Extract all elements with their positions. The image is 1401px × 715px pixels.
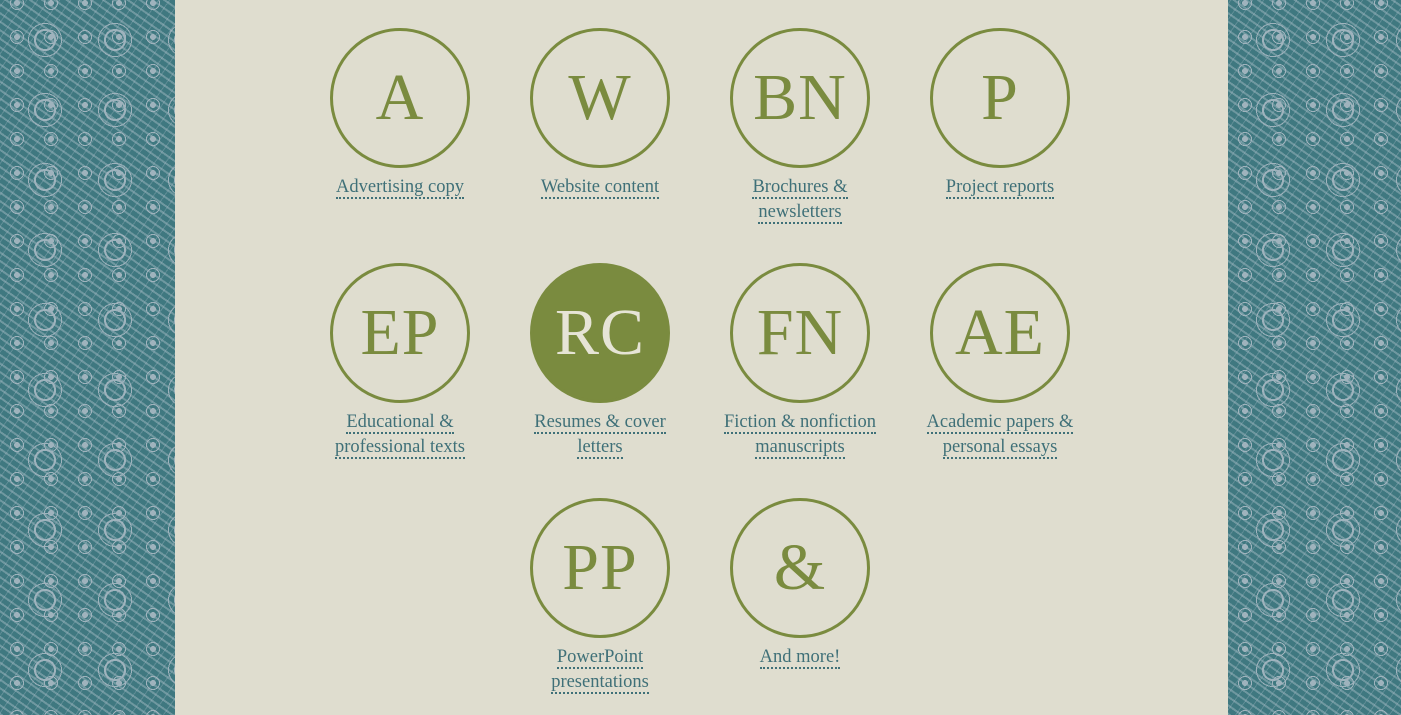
service-website-content: W Website content xyxy=(500,28,700,200)
service-link-powerpoint[interactable]: PowerPoint presentations xyxy=(500,645,700,695)
service-fiction-nonfiction: FN Fiction & nonfiction manuscripts xyxy=(700,263,900,460)
service-label-line: Academic papers & xyxy=(926,412,1074,434)
service-label-line: Fiction & nonfiction xyxy=(723,412,877,434)
service-link-educational-professional[interactable]: Educational & professional texts xyxy=(300,410,500,460)
service-resumes-cover-letters: RC Resumes & cover letters xyxy=(500,263,700,460)
service-icon-resumes[interactable]: RC xyxy=(530,263,670,403)
service-icon-educational[interactable]: EP xyxy=(330,263,470,403)
service-label-line: Project reports xyxy=(945,177,1055,199)
service-label-line: newsletters xyxy=(758,202,842,224)
service-label-line: manuscripts xyxy=(755,437,845,459)
service-link-advertising-copy[interactable]: Advertising copy xyxy=(300,175,500,200)
service-label-line: personal essays xyxy=(942,437,1058,459)
service-label-line: Brochures & xyxy=(752,177,848,199)
service-icon-academic[interactable]: AE xyxy=(930,263,1070,403)
service-link-resumes-cover-letters[interactable]: Resumes & cover letters xyxy=(500,410,700,460)
service-label-line: letters xyxy=(577,437,623,459)
service-label-line: PowerPoint xyxy=(556,647,644,669)
service-label-line: Website content xyxy=(540,177,660,199)
service-advertising-copy: A Advertising copy xyxy=(300,28,500,200)
service-label-line: professional texts xyxy=(335,437,465,459)
service-educational-professional: EP Educational & professional texts xyxy=(300,263,500,460)
service-and-more: & And more! xyxy=(700,498,900,670)
service-label-line: And more! xyxy=(759,647,841,669)
service-label-line: Resumes & cover xyxy=(534,412,666,434)
service-link-and-more[interactable]: And more! xyxy=(700,645,900,670)
service-project-reports: P Project reports xyxy=(900,28,1100,200)
service-label-line: presentations xyxy=(551,672,649,694)
service-label-line: Advertising copy xyxy=(336,177,464,199)
service-link-project-reports[interactable]: Project reports xyxy=(900,175,1100,200)
service-link-fiction-nonfiction[interactable]: Fiction & nonfiction manuscripts xyxy=(700,410,900,460)
services-panel: A Advertising copy W Website content BN … xyxy=(175,0,1228,715)
service-icon-advertising[interactable]: A xyxy=(330,28,470,168)
service-link-academic-essays[interactable]: Academic papers & personal essays xyxy=(900,410,1100,460)
service-icon-brochures[interactable]: BN xyxy=(730,28,870,168)
service-powerpoint: PP PowerPoint presentations xyxy=(500,498,700,695)
service-link-website-content[interactable]: Website content xyxy=(500,175,700,200)
service-label-line: Educational & xyxy=(346,412,454,434)
decorative-pattern-left xyxy=(0,0,175,715)
service-icon-powerpoint[interactable]: PP xyxy=(530,498,670,638)
service-icon-fiction[interactable]: FN xyxy=(730,263,870,403)
service-academic-essays: AE Academic papers & personal essays xyxy=(900,263,1100,460)
service-icon-project-reports[interactable]: P xyxy=(930,28,1070,168)
service-icon-and-more[interactable]: & xyxy=(730,498,870,638)
service-link-brochures-newsletters[interactable]: Brochures & newsletters xyxy=(700,175,900,225)
service-icon-website[interactable]: W xyxy=(530,28,670,168)
decorative-pattern-right xyxy=(1228,0,1401,715)
service-brochures-newsletters: BN Brochures & newsletters xyxy=(700,28,900,225)
